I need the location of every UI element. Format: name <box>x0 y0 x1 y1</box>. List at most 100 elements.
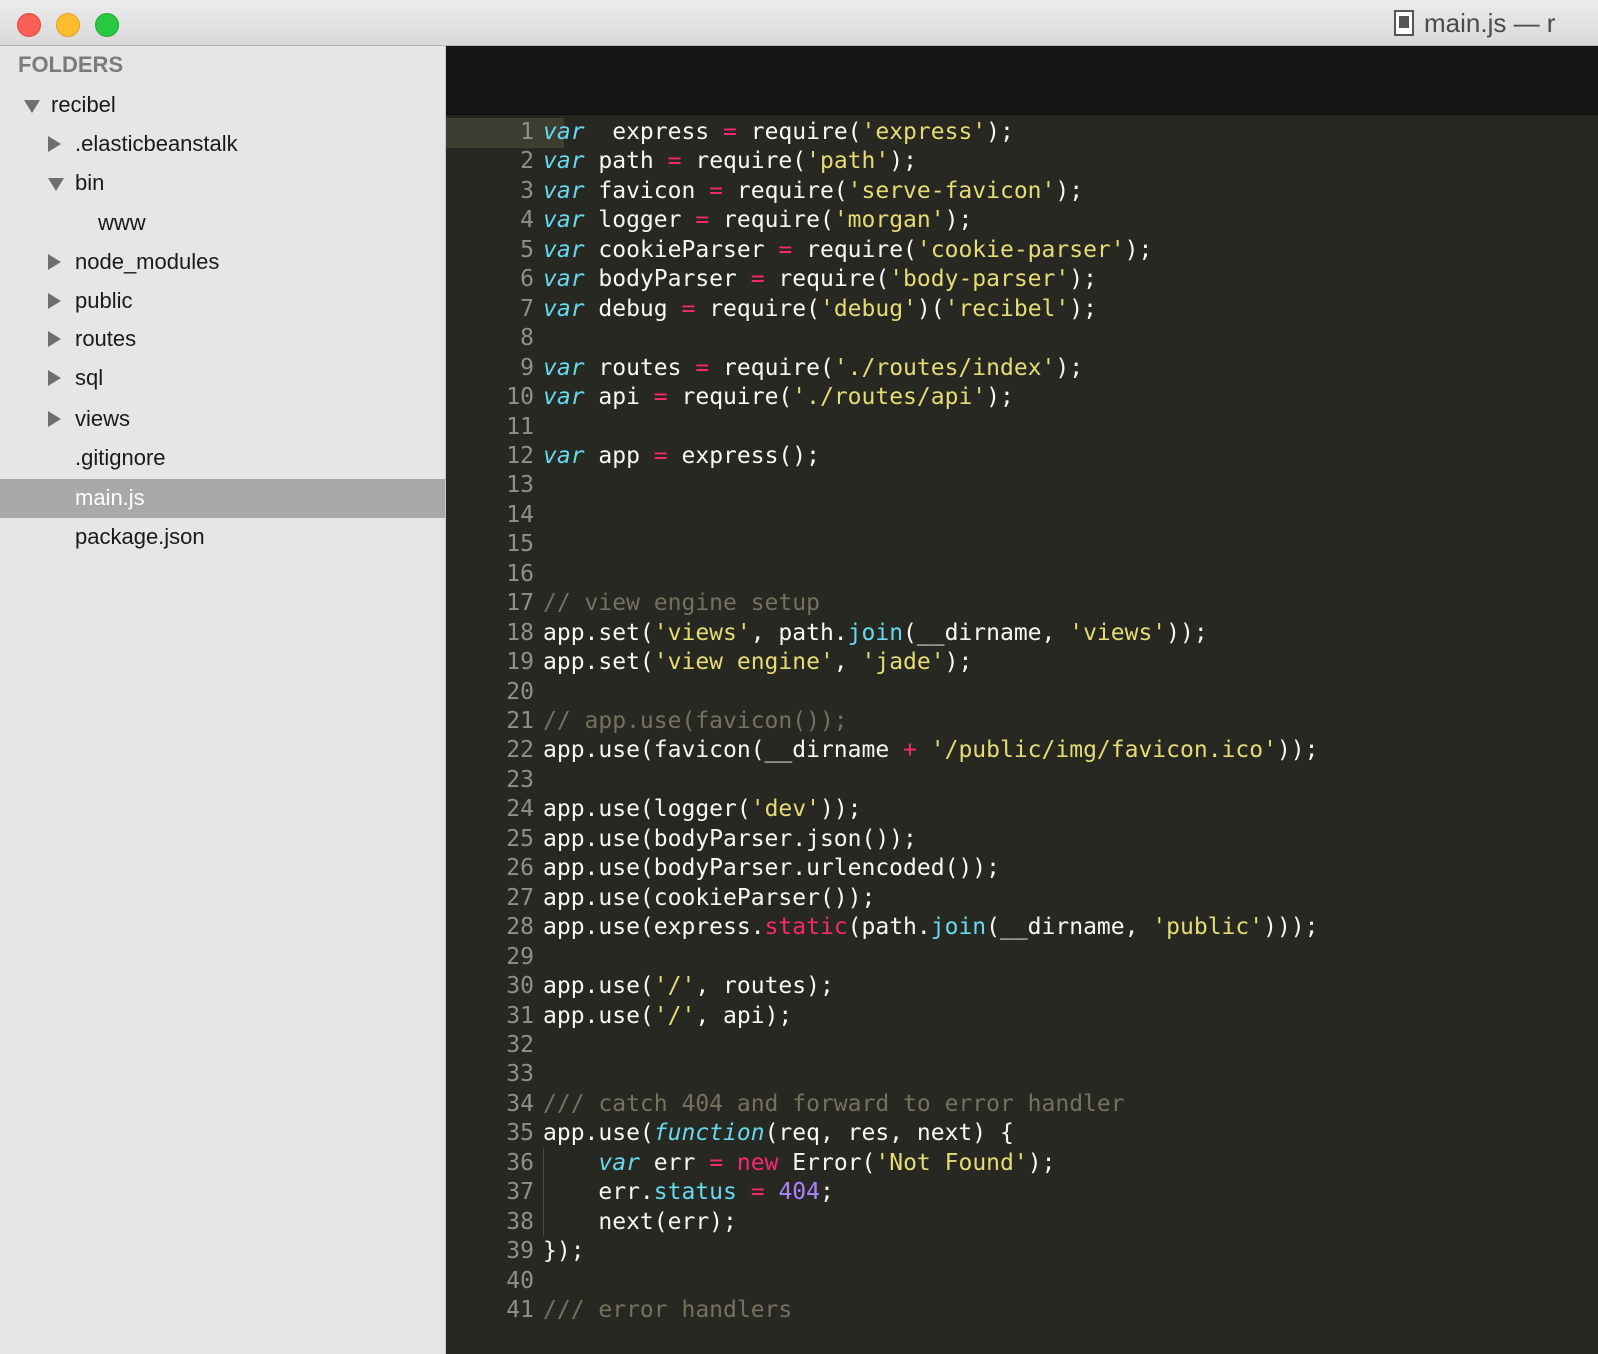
code-token: 'dev' <box>750 796 820 823</box>
code-line[interactable]: 41/// error handlers <box>446 1296 1598 1326</box>
code-line[interactable]: 30 app.use('/', routes); <box>446 972 1598 1002</box>
code-line[interactable]: 33 <box>446 1060 1598 1090</box>
code-line[interactable]: 24 app.use(logger('dev')); <box>446 795 1598 825</box>
disclosure-right-icon[interactable] <box>48 370 61 386</box>
file-item[interactable]: main.js <box>0 479 445 518</box>
code-token: 'public' <box>1152 914 1264 941</box>
disclosure-right-icon[interactable] <box>48 331 61 347</box>
file-item[interactable]: www <box>0 204 445 243</box>
code-line[interactable]: 36 var err = new Error('Not Found'); <box>446 1149 1598 1179</box>
code-line[interactable]: 17// view engine setup <box>446 589 1598 619</box>
code-token: '/' <box>653 973 696 1000</box>
code-line[interactable]: 29 <box>446 943 1598 973</box>
code-token: express(); <box>667 442 820 469</box>
code-line[interactable]: 5 var cookieParser = require('cookie-pars… <box>446 236 1598 266</box>
folder-item[interactable]: recibel <box>0 86 445 125</box>
code-line[interactable]: 6 var bodyParser = require('body-parser')… <box>446 265 1598 295</box>
code-line[interactable]: 9 var routes = require('./routes/index'); <box>446 354 1598 384</box>
code-token: (__dirname, <box>986 914 1153 941</box>
code-token: ); <box>889 148 917 175</box>
tree-item-label: routes <box>75 326 137 351</box>
code-token: app.use(logger( <box>543 796 751 823</box>
code-editor[interactable]: 1 var express = require('express'); 2 var p… <box>446 46 1598 1354</box>
disclosure-down-icon[interactable] <box>24 100 40 113</box>
folder-item[interactable]: bin <box>0 164 445 203</box>
code-token: 'jade' <box>861 649 945 676</box>
disclosure-down-icon[interactable] <box>48 178 64 191</box>
zoom-window-button[interactable] <box>95 13 119 37</box>
code-token: app <box>584 442 654 469</box>
disclosure-right-icon[interactable] <box>48 411 61 427</box>
code-line[interactable]: 4 var logger = require('morgan'); <box>446 206 1598 236</box>
code-token: , api); <box>695 1002 793 1029</box>
code-token: function <box>653 1120 765 1147</box>
code-line[interactable]: 20 <box>446 678 1598 708</box>
code-token: // view engine setup <box>543 590 820 617</box>
folder-item[interactable]: public <box>0 282 445 321</box>
code-line[interactable]: 18 app.set('views', path.join(__dirname, … <box>446 619 1598 649</box>
code-line[interactable]: 2 var path = require('path'); <box>446 147 1598 177</box>
code-line[interactable]: 32 <box>446 1031 1598 1061</box>
code-line[interactable]: 28 app.use(express.static(path.join(__dir… <box>446 913 1598 943</box>
code-line[interactable]: 10 var api = require('./routes/api'); <box>446 383 1598 413</box>
code-line[interactable]: 22 app.use(favicon(__dirname + '/public/i… <box>446 736 1598 766</box>
code-token: 'express' <box>861 119 987 145</box>
code-line[interactable]: 7 var debug = require('debug')('recibel')… <box>446 295 1598 325</box>
code-line[interactable]: 15 <box>446 530 1598 560</box>
code-line[interactable]: 38 next(err); <box>446 1208 1598 1238</box>
code-line[interactable]: 14 <box>446 501 1598 531</box>
line-number: 32 <box>506 1031 534 1058</box>
window-title-text: main.js — r <box>1424 7 1556 38</box>
tab-bar <box>446 46 1598 115</box>
code-text: app.set('view engine', 'jade'); <box>543 648 972 678</box>
code-token: 404 <box>778 1179 820 1206</box>
code-token: , path. <box>750 619 848 646</box>
code-line[interactable]: 40 <box>446 1267 1598 1297</box>
code-token: ); <box>1055 177 1084 204</box>
code-token: = <box>695 207 710 234</box>
file-item[interactable]: package.json <box>0 518 445 557</box>
code-line[interactable]: 23 <box>446 766 1598 796</box>
line-number: 29 <box>506 943 534 970</box>
code-line[interactable]: 26 app.use(bodyParser.urlencoded()); <box>446 854 1598 884</box>
code-token: ); <box>1069 295 1097 322</box>
code-line[interactable]: 13 <box>446 471 1598 501</box>
code-line[interactable]: 34/// catch 404 and forward to error han… <box>446 1090 1598 1120</box>
folder-item[interactable]: node_modules <box>0 243 445 282</box>
code-line[interactable]: 8 <box>446 324 1598 354</box>
code-line[interactable]: 31 app.use('/', api); <box>446 1002 1598 1032</box>
disclosure-right-icon[interactable] <box>48 254 61 270</box>
code-token: = <box>709 1149 724 1176</box>
disclosure-right-icon[interactable] <box>48 293 61 309</box>
code-token: app.set( <box>543 619 654 646</box>
code-line[interactable]: 37 err.status = 404; <box>446 1178 1598 1208</box>
code-line[interactable]: 12 var app = express(); <box>446 442 1598 472</box>
code-token: ); <box>986 384 1014 411</box>
code-line[interactable]: 21// app.use(favicon()); <box>446 707 1598 737</box>
code-line[interactable]: 19 app.set('view engine', 'jade'); <box>446 648 1598 678</box>
close-window-button[interactable] <box>17 13 41 37</box>
folder-item[interactable]: sql <box>0 359 445 398</box>
code-line[interactable]: 11 <box>446 413 1598 443</box>
folder-item[interactable]: views <box>0 400 445 439</box>
code-line[interactable]: 25 app.use(bodyParser.json()); <box>446 825 1598 855</box>
code-token: require( <box>723 177 848 204</box>
code-token: (__dirname, <box>903 619 1070 646</box>
code-token: = <box>653 442 668 469</box>
code-token: require( <box>792 236 917 263</box>
folder-item[interactable]: routes <box>0 320 445 359</box>
code-token: = <box>681 295 696 322</box>
code-line[interactable]: 27 app.use(cookieParser()); <box>446 884 1598 914</box>
code-line[interactable]: 3 var favicon = require('serve-favicon'); <box>446 177 1598 207</box>
disclosure-right-icon[interactable] <box>48 136 61 152</box>
code-line[interactable]: 39}); <box>446 1237 1598 1267</box>
folder-item[interactable]: .elasticbeanstalk <box>0 125 445 164</box>
minimize-window-button[interactable] <box>56 13 80 37</box>
code-text: app.use(favicon(__dirname + '/public/img… <box>543 736 1318 766</box>
file-item[interactable]: .gitignore <box>0 439 445 478</box>
code-line[interactable]: 35 app.use(function(req, res, next) { <box>446 1119 1598 1149</box>
code-line[interactable]: 1 var express = require('express'); <box>446 118 1598 148</box>
code-line[interactable]: 16 <box>446 560 1598 590</box>
